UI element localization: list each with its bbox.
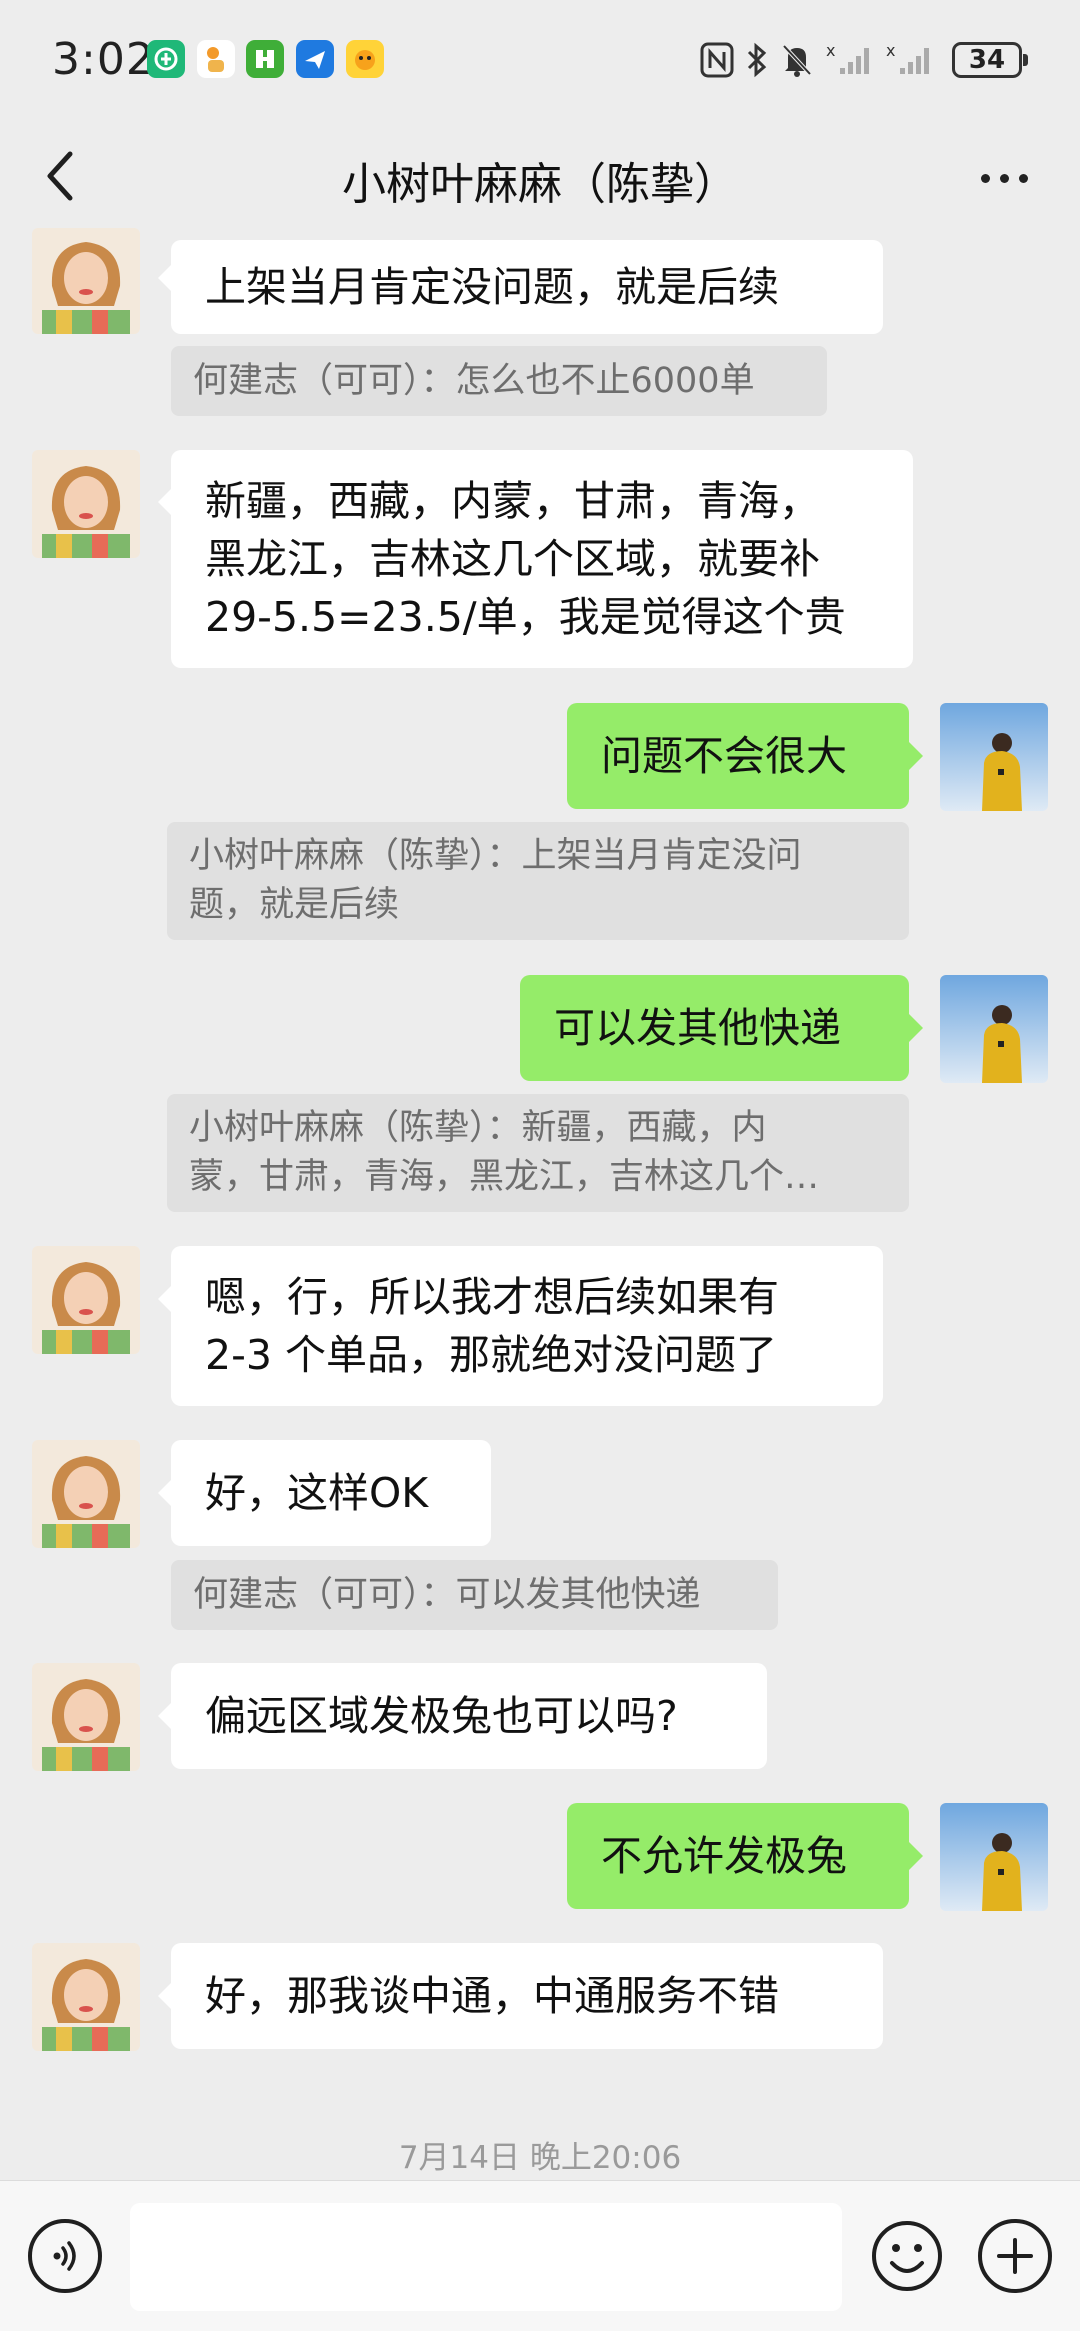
my-avatar[interactable] <box>940 1803 1048 1911</box>
app-icon-blue-plane <box>296 40 334 78</box>
bluetooth-icon <box>744 42 770 78</box>
back-button[interactable] <box>30 146 90 206</box>
battery-level: 34 <box>968 45 1006 75</box>
bubble-tail <box>158 488 172 516</box>
bubble-tail <box>909 742 923 770</box>
message-input[interactable] <box>130 2203 842 2311</box>
dot-icon <box>1018 173 1028 183</box>
app-icon-green <box>147 40 185 78</box>
dot-icon <box>999 173 1009 183</box>
back-arrow-icon <box>47 151 73 201</box>
input-bar <box>0 2180 1080 2331</box>
message-bubble[interactable]: 上架当月肯定没问题，就是后续 <box>171 240 883 334</box>
more-options-button[interactable] <box>964 148 1044 208</box>
voice-button[interactable] <box>28 2219 102 2293</box>
bubble-tail <box>158 1479 172 1507</box>
quoted-message[interactable]: 小树叶麻麻（陈挚）：新疆，西藏，内 蒙，甘肃，青海，黑龙江，吉林这几个… <box>167 1094 909 1212</box>
status-bar: 3:02 x x 34 <box>0 0 1080 122</box>
voice-icon <box>53 2241 76 2271</box>
bubble-tail <box>158 1982 172 2010</box>
emoji-button[interactable] <box>870 2219 944 2293</box>
contact-avatar[interactable] <box>32 1663 140 1771</box>
message-bubble-self[interactable]: 不允许发极兔 <box>567 1803 909 1909</box>
signal-icon: x <box>826 41 876 78</box>
bubble-tail <box>158 1702 172 1730</box>
app-icon-orange <box>197 40 235 78</box>
my-avatar[interactable] <box>940 975 1048 1083</box>
quoted-message[interactable]: 小树叶麻麻（陈挚）：上架当月肯定没问 题，就是后续 <box>167 822 909 940</box>
contact-avatar[interactable] <box>32 1246 140 1354</box>
plus-icon <box>997 2238 1033 2274</box>
nfc-icon <box>700 42 734 78</box>
nav-bar: 小树叶麻麻（陈挚） <box>0 122 1080 230</box>
bubble-tail <box>158 1285 172 1313</box>
message-bubble-self[interactable]: 问题不会很大 <box>567 703 909 809</box>
contact-avatar[interactable] <box>32 450 140 558</box>
message-bubble[interactable]: 好，这样OK <box>171 1440 491 1546</box>
signal-icon: x <box>886 41 936 78</box>
message-bubble-self[interactable]: 可以发其他快递 <box>520 975 909 1081</box>
contact-avatar[interactable] <box>32 1943 140 2051</box>
message-bubble[interactable]: 新疆，西藏，内蒙，甘肃，青海， 黑龙江，吉林这几个区域，就要补 29-5.5=2… <box>171 450 913 668</box>
contact-avatar[interactable] <box>32 228 140 334</box>
quoted-message[interactable]: 何建志（可可）：可以发其他快递 <box>171 1560 778 1630</box>
svg-text:x: x <box>826 42 835 60</box>
bubble-tail <box>909 1014 923 1042</box>
mute-icon <box>780 42 814 78</box>
message-bubble[interactable]: 嗯，行，所以我才想后续如果有 2-3 个单品，那就绝对没问题了 <box>171 1246 883 1406</box>
message-bubble[interactable]: 好，那我谈中通，中通服务不错 <box>171 1943 883 2049</box>
emoji-icon <box>872 2221 942 2291</box>
status-time: 3:02 <box>52 34 155 85</box>
app-icon-green-square <box>246 40 284 78</box>
contact-avatar[interactable] <box>32 1440 140 1548</box>
add-button[interactable] <box>978 2219 1052 2293</box>
app-icon-yellow <box>346 40 384 78</box>
my-avatar[interactable] <box>940 703 1048 811</box>
battery-indicator: 34 <box>952 42 1022 78</box>
bubble-tail <box>909 1842 923 1870</box>
quoted-message[interactable]: 何建志（可可）：怎么也不止6000单 <box>171 346 827 416</box>
svg-text:x: x <box>886 42 895 60</box>
battery-tip <box>1023 54 1028 66</box>
dot-icon <box>980 173 990 183</box>
message-bubble[interactable]: 偏远区域发极兔也可以吗? <box>171 1663 767 1769</box>
bubble-tail <box>158 264 172 292</box>
chat-title: 小树叶麻麻（陈挚） <box>342 159 738 210</box>
time-divider: 7月14日 晚上20:06 <box>398 2140 682 2176</box>
